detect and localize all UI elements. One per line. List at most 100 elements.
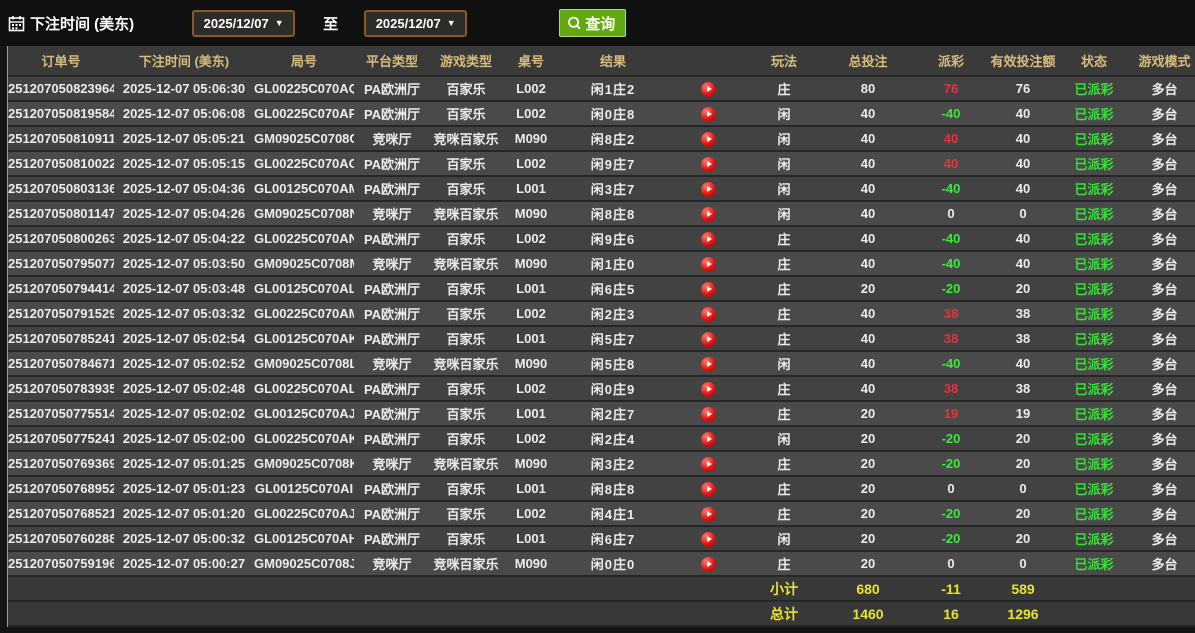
play-triangle-icon — [707, 486, 712, 492]
payout-cell: 0 — [918, 476, 984, 501]
status-cell: 已派彩 — [1062, 476, 1126, 501]
table-header-row: 订单号 下注时间 (美东) 局号 平台类型 游戏类型 桌号 结果 玩法 总投注 … — [8, 46, 1195, 76]
replay-icon[interactable] — [701, 457, 716, 472]
subtotal-payout: -11 — [918, 576, 984, 601]
table-row: 251207050775241 2025-12-07 05:02:00 GL00… — [8, 426, 1195, 451]
replay-icon[interactable] — [701, 107, 716, 122]
order-number-cell: 251207050783935 — [8, 376, 114, 401]
bet-side-cell: 庄 — [750, 401, 818, 426]
grand-total-payout: 16 — [918, 601, 984, 626]
total-bet-cell: 20 — [818, 451, 918, 476]
game-type-cell: 百家乐 — [430, 226, 502, 251]
bet-side-cell: 庄 — [750, 501, 818, 526]
game-mode-cell: 多台 — [1126, 451, 1195, 476]
replay-icon[interactable] — [701, 157, 716, 172]
game-type-cell: 百家乐 — [430, 526, 502, 551]
header-game-type: 游戏类型 — [430, 46, 502, 76]
grand-total-spacer — [8, 601, 750, 626]
valid-bet-cell: 40 — [984, 251, 1062, 276]
order-number-cell: 251207050823964 — [8, 76, 114, 101]
replay-icon[interactable] — [701, 307, 716, 322]
subtotal-total-bet: 680 — [818, 576, 918, 601]
replay-icon[interactable] — [701, 407, 716, 422]
result-cell: 闲8庄8 — [560, 476, 666, 501]
round-id-cell: GM09025C0708O — [254, 126, 354, 151]
replay-cell — [666, 551, 750, 576]
replay-icon[interactable] — [701, 232, 716, 247]
game-type-cell: 百家乐 — [430, 326, 502, 351]
platform-type-cell: 竞咪厅 — [354, 551, 430, 576]
bet-side-cell: 庄 — [750, 451, 818, 476]
game-mode-cell: 多台 — [1126, 101, 1195, 126]
replay-cell — [666, 451, 750, 476]
status-cell: 已派彩 — [1062, 126, 1126, 151]
status-cell: 已派彩 — [1062, 326, 1126, 351]
replay-icon[interactable] — [701, 357, 716, 372]
status-cell: 已派彩 — [1062, 351, 1126, 376]
platform-type-cell: PA欧洲厅 — [354, 151, 430, 176]
result-cell: 闲2庄7 — [560, 401, 666, 426]
valid-bet-cell: 20 — [984, 526, 1062, 551]
valid-bet-cell: 0 — [984, 476, 1062, 501]
order-number-cell: 251207050769369 — [8, 451, 114, 476]
result-cell: 闲2庄4 — [560, 426, 666, 451]
platform-type-cell: PA欧洲厅 — [354, 476, 430, 501]
header-valid-bet: 有效投注额 — [984, 46, 1062, 76]
replay-icon[interactable] — [701, 132, 716, 147]
round-id-cell: GL00125C070AI — [254, 476, 354, 501]
replay-icon[interactable] — [701, 532, 716, 547]
status-cell: 已派彩 — [1062, 376, 1126, 401]
round-id-cell: GL00125C070AL — [254, 276, 354, 301]
bet-side-cell: 庄 — [750, 326, 818, 351]
play-triangle-icon — [707, 511, 712, 517]
platform-type-cell: 竞咪厅 — [354, 451, 430, 476]
filter-toolbar: 下注时间 (美东) 2025/12/07 ▼ 至 2025/12/07 ▼ 查询 — [0, 0, 1195, 46]
total-bet-cell: 80 — [818, 76, 918, 101]
replay-icon[interactable] — [701, 557, 716, 572]
date-to-select[interactable]: 2025/12/07 ▼ — [364, 10, 467, 37]
table-number-cell: L002 — [502, 501, 560, 526]
replay-icon[interactable] — [701, 282, 716, 297]
payout-cell: -20 — [918, 276, 984, 301]
table-number-cell: L001 — [502, 176, 560, 201]
bet-time-cell: 2025-12-07 05:02:48 — [114, 376, 254, 401]
subtotal-spacer-right — [1062, 576, 1195, 601]
result-cell: 闲8庄8 — [560, 201, 666, 226]
table-number-cell: L001 — [502, 476, 560, 501]
bet-time-cell: 2025-12-07 05:05:21 — [114, 126, 254, 151]
replay-icon[interactable] — [701, 182, 716, 197]
platform-type-cell: PA欧洲厅 — [354, 101, 430, 126]
table-row: 251207050768952 2025-12-07 05:01:23 GL00… — [8, 476, 1195, 501]
round-id-cell: GL00225C070AJ — [254, 501, 354, 526]
status-cell: 已派彩 — [1062, 226, 1126, 251]
chevron-down-icon: ▼ — [447, 18, 456, 28]
header-status: 状态 — [1062, 46, 1126, 76]
replay-cell — [666, 351, 750, 376]
header-game-mode: 游戏模式 — [1126, 46, 1195, 76]
table-number-cell: M090 — [502, 126, 560, 151]
valid-bet-cell: 40 — [984, 126, 1062, 151]
order-number-cell: 251207050760288 — [8, 526, 114, 551]
replay-icon[interactable] — [701, 207, 716, 222]
replay-icon[interactable] — [701, 332, 716, 347]
total-bet-cell: 40 — [818, 176, 918, 201]
date-from-select[interactable]: 2025/12/07 ▼ — [192, 10, 295, 37]
replay-icon[interactable] — [701, 482, 716, 497]
query-button[interactable]: 查询 — [559, 9, 626, 37]
replay-cell — [666, 326, 750, 351]
table-row: 251207050810911 2025-12-07 05:05:21 GM09… — [8, 126, 1195, 151]
date-from-value: 2025/12/07 — [204, 16, 269, 31]
replay-icon[interactable] — [701, 432, 716, 447]
header-total-bet: 总投注 — [818, 46, 918, 76]
round-id-cell: GM09025C0708M — [254, 251, 354, 276]
replay-icon[interactable] — [701, 82, 716, 97]
table-row: 251207050768521 2025-12-07 05:01:20 GL00… — [8, 501, 1195, 526]
bet-side-cell: 庄 — [750, 301, 818, 326]
replay-icon[interactable] — [701, 257, 716, 272]
replay-cell — [666, 101, 750, 126]
status-cell: 已派彩 — [1062, 276, 1126, 301]
replay-icon[interactable] — [701, 382, 716, 397]
total-bet-cell: 20 — [818, 501, 918, 526]
replay-icon[interactable] — [701, 507, 716, 522]
game-mode-cell: 多台 — [1126, 376, 1195, 401]
